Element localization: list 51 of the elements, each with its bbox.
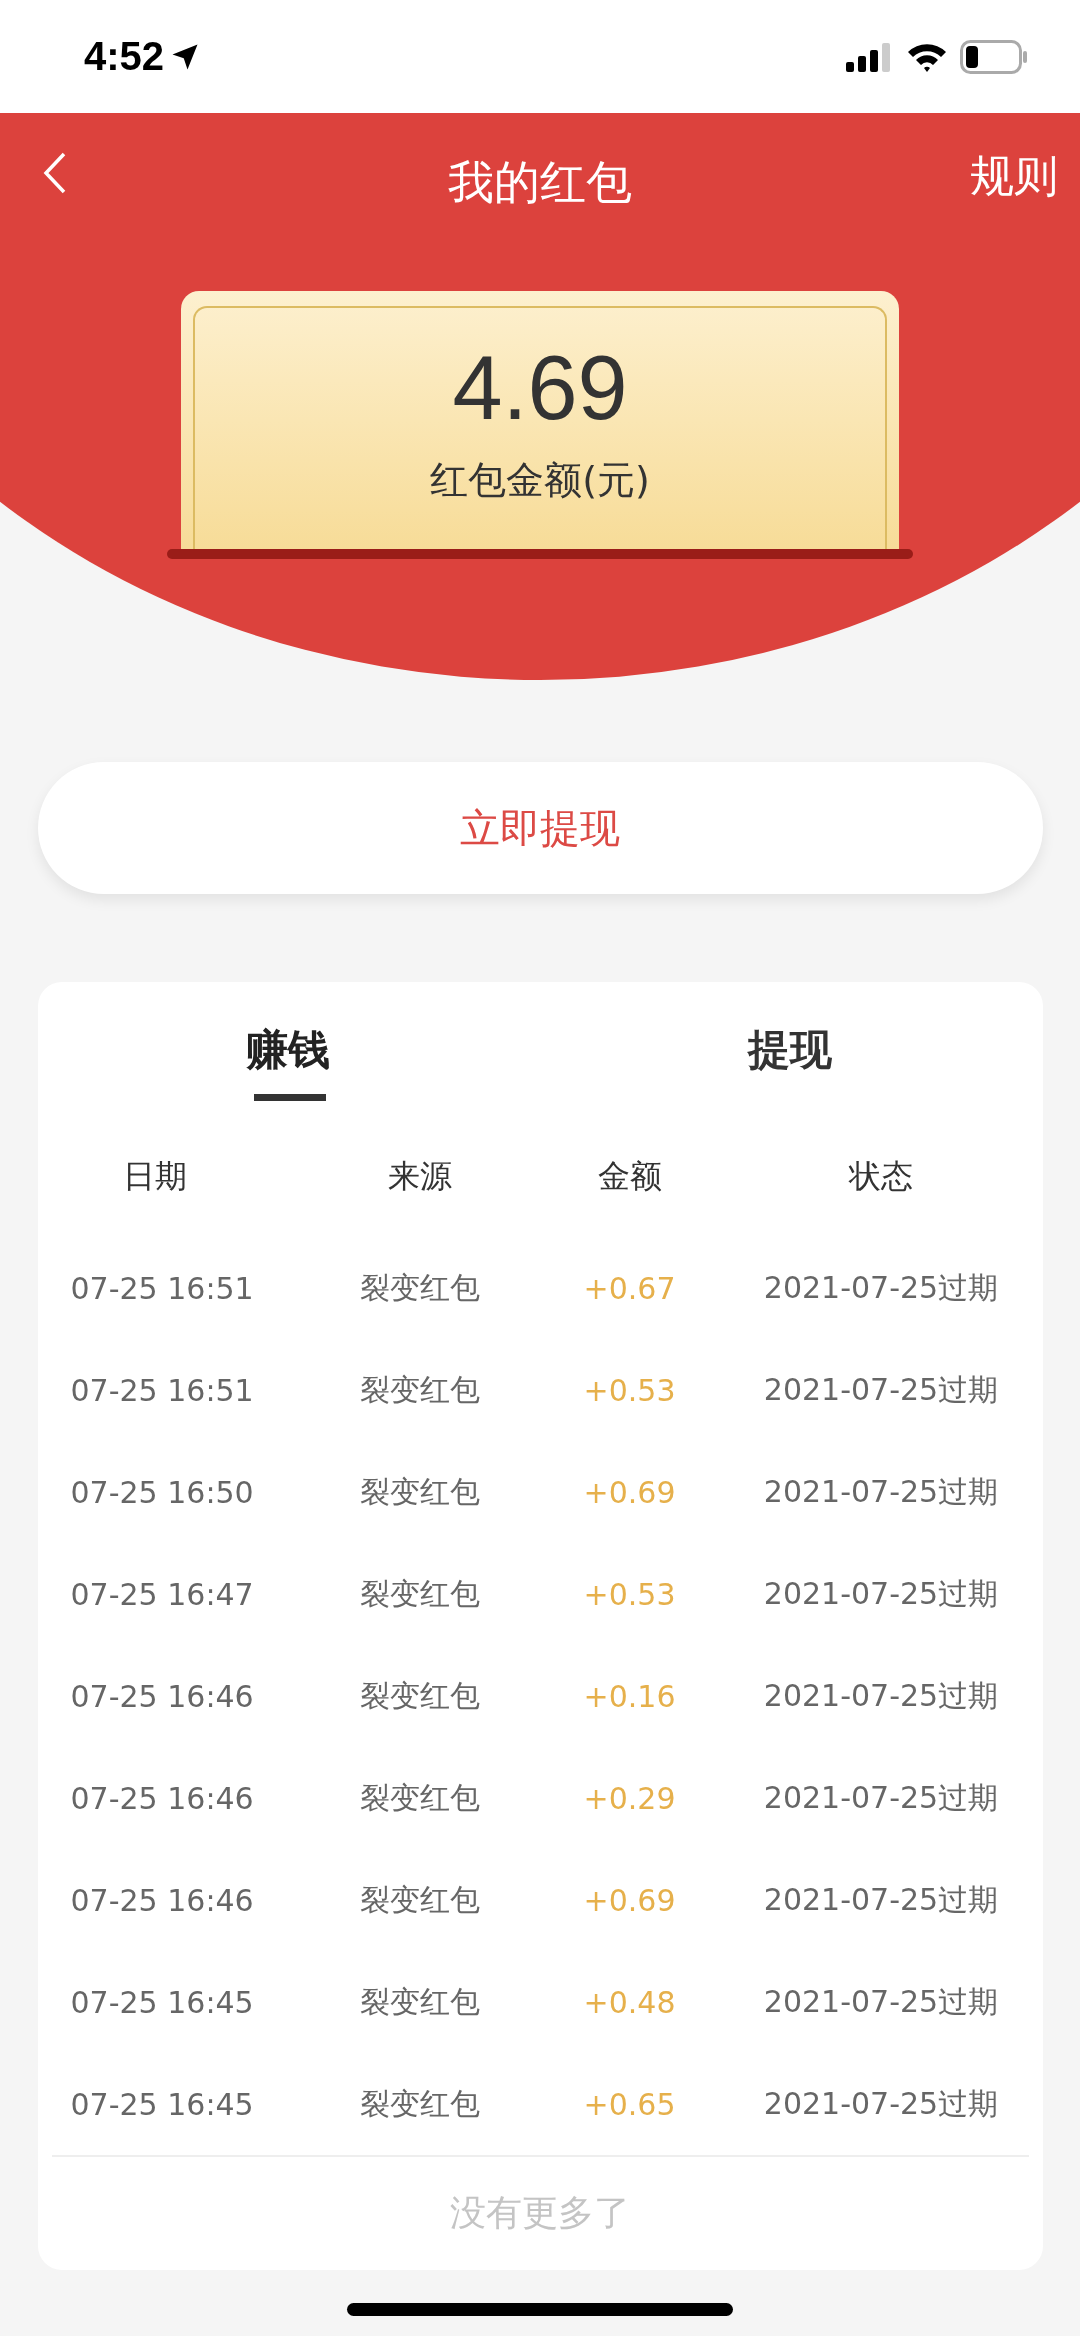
column-header: 来源 <box>386 1156 453 1197</box>
page-title: 我的红包 <box>447 154 633 211</box>
table-cell-text: 裂变红包 <box>358 1778 481 1817</box>
table-cell-text: +0.53 <box>582 1372 677 1408</box>
table-cell-text: 07-25 16:45 <box>69 2086 255 2122</box>
column-header: 日期 <box>121 1156 188 1197</box>
table-cell-text: 2021-07-25过期 <box>762 1880 1000 1919</box>
table-cell-text: 07-25 16:51 <box>69 1270 255 1306</box>
table-cell-text: 07-25 16:47 <box>69 1576 255 1612</box>
column-header: 金额 <box>596 1156 663 1197</box>
balance-amount: 4.69 <box>452 343 628 433</box>
table-cell-text: 07-25 16:46 <box>69 1882 255 1918</box>
table-cell-text: 2021-07-25过期 <box>762 1574 1000 1613</box>
table-cell-text: +0.69 <box>582 1474 677 1510</box>
table-cell-text: +0.48 <box>582 1984 677 2020</box>
table-cell-text: 2021-07-25过期 <box>762 1982 1000 2021</box>
table-cell-text: 2021-07-25过期 <box>762 1778 1000 1817</box>
table-cell-text: 07-25 16:46 <box>69 1780 255 1816</box>
table-cell-text: 裂变红包 <box>358 1676 481 1715</box>
tab[interactable]: 提现 <box>748 1022 832 1078</box>
table-cell-text: 裂变红包 <box>358 1574 481 1613</box>
no-more-text: 没有更多了 <box>450 2191 630 2235</box>
table-cell-text: 2021-07-25过期 <box>762 2084 1000 2123</box>
table-cell-text: 裂变红包 <box>358 1982 481 2021</box>
column-header: 状态 <box>847 1156 914 1197</box>
table-cell-text: 2021-07-25过期 <box>762 1472 1000 1511</box>
status-time: 4:52 <box>84 34 165 79</box>
battery-icon <box>960 39 1028 74</box>
table-cell-text: 2021-07-25过期 <box>762 1268 1000 1307</box>
table-cell-text: 2021-07-25过期 <box>762 1370 1000 1409</box>
table-cell-text: +0.16 <box>582 1678 677 1714</box>
table-cell-text: 07-25 16:45 <box>69 1984 255 2020</box>
table-cell-text: 07-25 16:46 <box>69 1678 255 1714</box>
table-cell-text: 裂变红包 <box>358 1370 481 1409</box>
back-icon[interactable] <box>42 151 68 195</box>
table-cell-text: 裂变红包 <box>358 1268 481 1307</box>
table-cell-text: 07-25 16:51 <box>69 1372 255 1408</box>
table-cell-text: 裂变红包 <box>358 1880 481 1919</box>
rules-link[interactable]: 规则 <box>970 146 1058 206</box>
balance-label: 红包金额(元) <box>430 457 650 504</box>
withdraw-button[interactable]: 立即提现 <box>37 762 1043 894</box>
table-cell-text: 07-25 16:50 <box>69 1474 255 1510</box>
table-cell-text: 裂变红包 <box>358 1472 481 1511</box>
table-cell-text: +0.65 <box>582 2086 677 2122</box>
table-cell-text: +0.67 <box>582 1270 677 1306</box>
table-cell-text: 裂变红包 <box>358 2084 481 2123</box>
table-cell-text: +0.29 <box>582 1780 677 1816</box>
tab[interactable]: 赚钱 <box>245 1022 330 1078</box>
table-cell-text: 2021-07-25过期 <box>762 1676 1000 1715</box>
table-cell-text: +0.53 <box>582 1576 677 1612</box>
table-cell-text: +0.69 <box>582 1882 677 1918</box>
